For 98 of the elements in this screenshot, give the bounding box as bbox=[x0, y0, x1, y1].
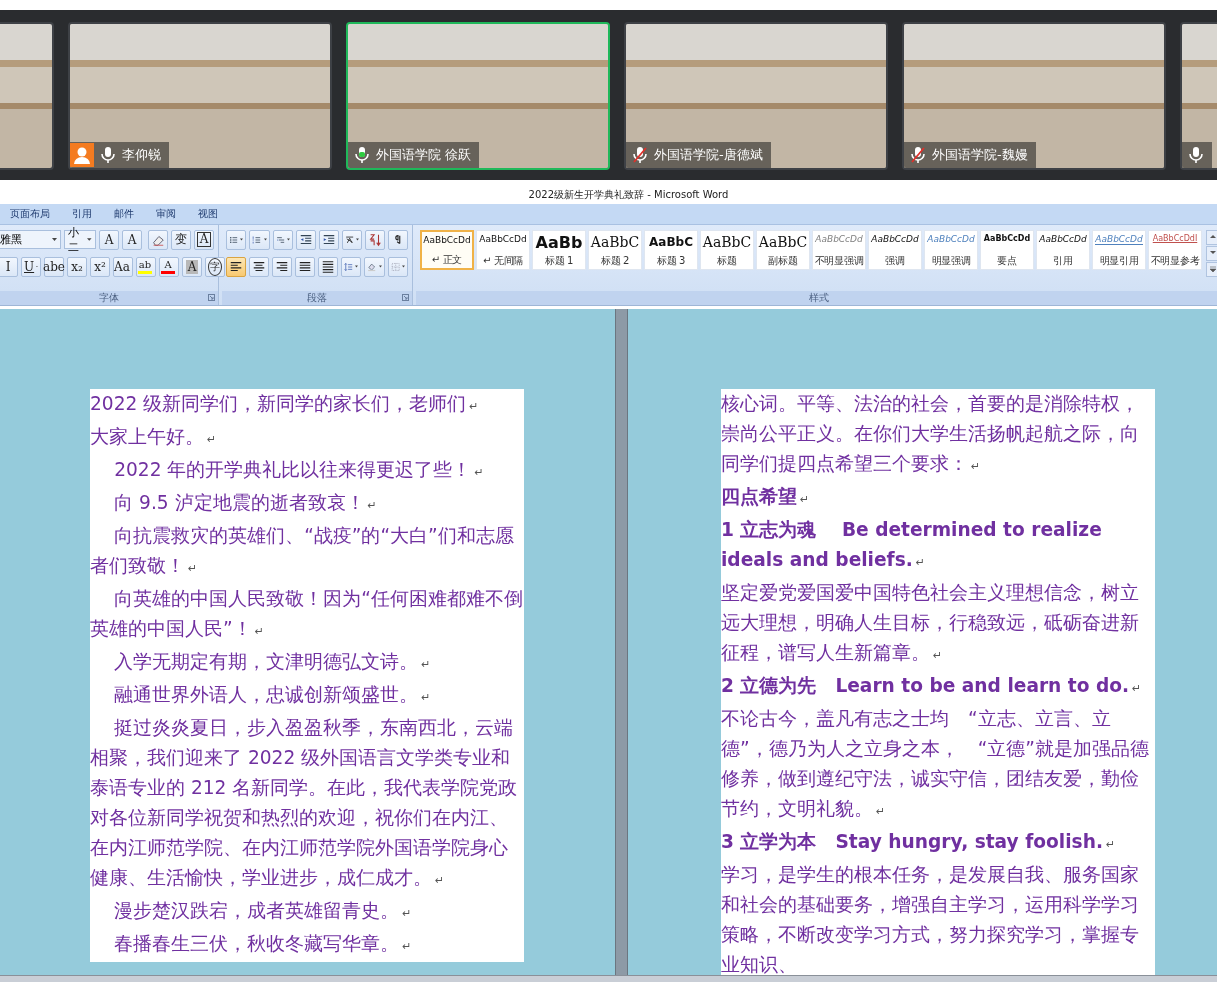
caret-up-icon bbox=[1209, 234, 1217, 241]
caret-icon bbox=[51, 238, 57, 241]
align-right-button[interactable] bbox=[272, 256, 292, 277]
distribute-icon bbox=[321, 258, 335, 275]
text-layout-button[interactable] bbox=[341, 229, 362, 250]
heading-text: 2 立德为先 Learn to be and learn to do. ↵ bbox=[721, 674, 1143, 698]
format-button[interactable]: I bbox=[0, 256, 18, 277]
justify-button[interactable] bbox=[295, 256, 315, 277]
multilevel-list-button[interactable] bbox=[272, 229, 293, 250]
style-gallery-item[interactable]: AaBbC 标题 bbox=[700, 230, 754, 270]
more-icon bbox=[1209, 266, 1217, 273]
video-tile[interactable]: 李仰锐 bbox=[68, 22, 332, 170]
gallery-more-button[interactable] bbox=[1206, 262, 1217, 277]
caret-icon bbox=[355, 265, 359, 268]
participant-name: 外国语学院 徐跃 bbox=[376, 146, 472, 164]
style-gallery-item[interactable]: AaBbCcDdI 不明显参考 bbox=[1148, 230, 1202, 270]
format-button[interactable]: abe bbox=[44, 256, 64, 277]
style-gallery-item[interactable]: AaBbC 标题 3 bbox=[644, 230, 698, 270]
clear-format-button[interactable] bbox=[148, 229, 168, 250]
style-gallery-item[interactable]: AaBb 标题 1 bbox=[532, 230, 586, 270]
paragraph-text: 核心词。平等、法治的社会，首要的是消除特权，崇尚公平正义。在你们大学生活扬帆起航之际，向同学们提四点希望三个要求： ↵ bbox=[721, 392, 1140, 476]
paragraph-text: 不论古今，盖凡有志之士均 “立志、立言、立德”，德乃为人之立身之本， “立德”就是加强品德修养，做到遵纪守法，诚实守信，团结友爱，勤俭节约，文明礼貌。 ↵ bbox=[721, 707, 1150, 821]
paragraph-text: 2022 年的开学典礼比以往来得更迟了些！ ↵ bbox=[113, 458, 485, 482]
paragraph-text: 学习，是学生的根本任务，是发展自我、服务国家和社会的基础要务，增强自主学习，运用科学学习策略，不断改变学习方式，努力探究学习，掌握专业知识、 bbox=[721, 863, 1140, 975]
show-marks-button[interactable] bbox=[388, 229, 408, 250]
font-name-field[interactable]: 雅黑 bbox=[0, 230, 61, 249]
bullet-list-button[interactable] bbox=[226, 229, 247, 250]
style-gallery-item[interactable]: AaBbCcDd 要点 bbox=[980, 230, 1034, 270]
gallery-down-button[interactable] bbox=[1206, 246, 1217, 261]
paragraph-text: 2022 级新同学们，新同学的家长们，老师们 ↵ bbox=[90, 392, 480, 416]
menu-tab[interactable]: 审阅 bbox=[156, 207, 176, 221]
align-left-button[interactable] bbox=[226, 256, 246, 277]
menu-tab[interactable]: 页面布局 bbox=[10, 207, 50, 221]
format-button[interactable]: x² bbox=[90, 256, 110, 277]
video-tile[interactable]: 外国语学院-唐德斌 bbox=[624, 22, 888, 170]
caret-icon bbox=[402, 265, 405, 268]
style-gallery-item[interactable]: AaBbCcDd 引用 bbox=[1036, 230, 1090, 270]
paragraph-text: 春播春生三伏，秋收冬藏写华章。 ↵ bbox=[113, 932, 413, 956]
style-gallery-item[interactable]: AaBbC 标题 2 bbox=[588, 230, 642, 270]
highlight-button[interactable]: ab bbox=[136, 256, 156, 277]
paragraph-text: 坚定爱党爱国爱中国特色社会主义理想信念，树立远大理想，明确人生目标，行稳致远，砥砺奋进新征程，谱写人生新篇章。 ↵ bbox=[721, 581, 1140, 665]
align-center-button[interactable] bbox=[249, 256, 269, 277]
participant-name: 外国语学院-唐德斌 bbox=[654, 146, 763, 164]
window-title: 2022级新生开学典礼致辞 - Microsoft Word bbox=[527, 188, 730, 202]
format-button[interactable]: A bbox=[122, 229, 142, 250]
style-gallery-item[interactable]: AaBbCcDd 明显引用 bbox=[1092, 230, 1146, 270]
heading-text: 1 立志为魂 Be determined to realize ideals and beliefs. ↵ bbox=[721, 518, 1103, 572]
style-gallery-item[interactable]: AaBbCcDd ↵ 正文 bbox=[420, 230, 474, 270]
font-color-button[interactable]: A bbox=[159, 256, 179, 277]
paragraph-text: 入学无期定有期，文津明德弘文诗。 ↵ bbox=[113, 650, 432, 674]
style-gallery-item[interactable]: AaBbCcDd 明显强调 bbox=[924, 230, 978, 270]
caret-icon bbox=[356, 238, 359, 241]
format-button[interactable]: U bbox=[21, 256, 41, 277]
participant-name: 外国语学院-魏嫚 bbox=[932, 146, 1028, 164]
distribute-button[interactable] bbox=[318, 256, 338, 277]
numbered-list-button[interactable] bbox=[249, 229, 270, 250]
caret-icon bbox=[378, 265, 382, 268]
menu-tab[interactable]: 邮件 bbox=[114, 207, 134, 221]
heading-text: 3 立学为本 Stay hungry, stay foolish. ↵ bbox=[721, 830, 1117, 854]
menu-tab[interactable]: 引用 bbox=[72, 207, 92, 221]
caret-icon bbox=[87, 238, 92, 241]
increase-indent-button[interactable] bbox=[318, 229, 339, 250]
video-tile[interactable]: 外国语学院 徐跃 bbox=[346, 22, 610, 170]
decrease-indent-button[interactable] bbox=[295, 229, 316, 250]
paragraph-text: 向 9.5 泸定地震的逝者致哀！ ↵ bbox=[113, 491, 378, 515]
sort-icon bbox=[368, 231, 382, 248]
style-gallery-item[interactable]: AaBbCcDd ↵ 无间隔 bbox=[476, 230, 530, 270]
dialog-launcher-icon[interactable] bbox=[402, 294, 409, 301]
paragraph-text: 挺过炎炎夏日，步入盈盈秋季，东南西北，云端相聚，我们迎来了 2022 级外国语言文学类专业和泰语专业的 212 名新同学。在此，我代表学院党政对各位新同学祝贺和热烈的欢迎，祝你们在内江、在内江师范学院、在内江师范学院外国语学院身心健康、生活愉快，学业进步，成仁成才。 ↵ bbox=[90, 716, 519, 890]
dialog-launcher-icon[interactable] bbox=[208, 294, 215, 301]
paragraph-text: 向抗震救灾的英雄们、“战疫”的“大白”们和志愿者们致敬！ ↵ bbox=[90, 524, 515, 578]
format-button[interactable]: A bbox=[99, 229, 119, 250]
paragraph-text: 大家上午好。 ↵ bbox=[90, 425, 218, 449]
sort-button[interactable] bbox=[365, 229, 385, 250]
paragraph-text: 向英雄的中国人民致敬！因为“任何困难都难不倒英雄的中国人民”！ ↵ bbox=[90, 587, 524, 641]
video-tile[interactable]: 外国语学院-魏嫚 bbox=[902, 22, 1166, 170]
heading-text: 四点希望 ↵ bbox=[721, 485, 811, 509]
format-button[interactable]: A bbox=[194, 229, 214, 250]
paragraph-text: 融通世界外语人，忠诚创新颂盛世。 ↵ bbox=[113, 683, 432, 707]
group-label: 样式 bbox=[809, 291, 829, 305]
format-button[interactable]: 变 bbox=[171, 229, 191, 250]
style-gallery-item[interactable]: AaBbCcDd 不明显强调 bbox=[812, 230, 866, 270]
caret-icon bbox=[263, 238, 267, 241]
caret-icon bbox=[240, 238, 244, 241]
group-label: 段落 bbox=[307, 291, 327, 305]
format-button[interactable]: A bbox=[182, 256, 202, 277]
caret-down-icon bbox=[1209, 250, 1217, 257]
participant-name: 李仰锐 bbox=[122, 146, 161, 164]
format-button[interactable]: x₂ bbox=[67, 256, 87, 277]
gallery-up-button[interactable] bbox=[1206, 230, 1217, 245]
style-gallery-item[interactable]: AaBbCcDd 强调 bbox=[868, 230, 922, 270]
style-gallery-item[interactable]: AaBbC 副标题 bbox=[756, 230, 810, 270]
paragraph-text: 漫步楚汉跌宕，成者英雄留青史。 ↵ bbox=[113, 899, 413, 923]
caret-icon bbox=[286, 238, 290, 241]
format-button[interactable]: 字 bbox=[205, 256, 225, 277]
menu-tab[interactable]: 视图 bbox=[198, 207, 218, 221]
group-label: 字体 bbox=[99, 291, 119, 305]
format-button[interactable]: Aa bbox=[113, 256, 133, 277]
